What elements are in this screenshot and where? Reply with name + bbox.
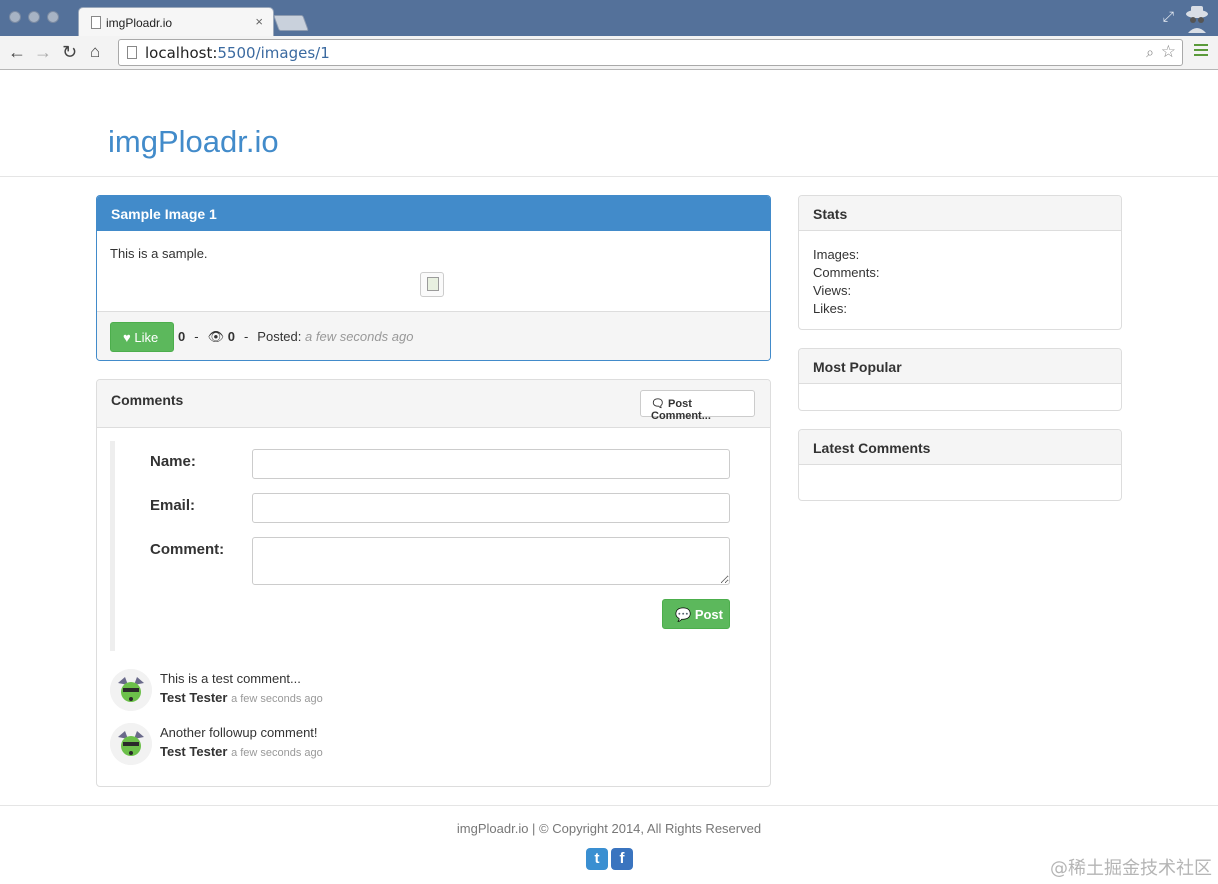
latest-comments-heading: Latest Comments [799,430,1121,465]
reload-icon[interactable]: ↻ [62,41,77,63]
browser-toolbar: ← → ↻ ⌂ localhost:5500/images/1 ⌕ ☆ [0,36,1218,70]
eye-icon: 👁 [207,329,225,344]
image-title: Sample Image 1 [97,196,770,231]
comment-bubble-icon: 💬 [675,607,692,622]
most-popular-heading: Most Popular [799,349,1121,384]
window-minimize-button[interactable] [28,11,40,23]
comment-time: a few seconds ago [231,747,323,759]
avatar [110,669,152,711]
comment-author: Test Tester [160,744,228,759]
facebook-icon[interactable]: f [611,848,633,870]
search-icon[interactable]: ⌕ [1146,44,1154,61]
stats-list: Images: Comments: Views: Likes: [799,231,1121,333]
like-count: 0 [178,329,186,344]
comment-meta: Test Tester a few seconds ago [160,744,323,759]
site-header: imgPloadr.io [0,70,1218,177]
name-label: Name: [150,453,196,470]
home-icon[interactable]: ⌂ [90,41,100,63]
comment-meta: Test Tester a few seconds ago [160,690,323,705]
comment-item: This is a test comment... Test Tester a … [110,669,510,713]
footer-copyright: imgPloadr.io | © Copyright 2014, All Rig… [456,821,762,836]
menu-icon[interactable] [1194,44,1208,56]
stats-likes-label: Likes: [813,301,847,316]
image-footer: ♥ Like 0- 👁 0- Posted: a few seconds ago [97,311,770,360]
comment-text: This is a test comment... [160,671,301,686]
back-arrow-icon[interactable]: ← [8,41,26,63]
window-zoom-button[interactable] [47,11,59,23]
comment-text: Another followup comment! [160,725,318,740]
browser-titlebar: imgPloadr.io × ⤢ [0,0,1218,37]
post-button[interactable]: 💬 Post [662,599,730,629]
image-meta: 0- 👁 0- Posted: a few seconds ago [178,329,414,344]
window-close-button[interactable] [9,11,21,23]
comment-label: Comment: [150,541,225,558]
bookmark-star-icon[interactable]: ☆ [1161,42,1176,62]
comments-panel: Comments 🗨 Post Comment... Name: Email: … [96,379,771,787]
page-icon [91,16,101,29]
latest-comments-panel: Latest Comments [798,429,1122,501]
forward-arrow-icon[interactable]: → [34,41,52,63]
watermark: @稀土掘金技术社区 [1050,858,1212,879]
comment-textarea[interactable] [252,537,730,585]
image-description: This is a sample. [110,246,208,261]
posted-time: a few seconds ago [305,329,414,344]
stats-comments-label: Comments: [813,265,880,280]
stats-heading: Stats [799,196,1121,231]
email-label: Email: [150,497,196,514]
heart-icon: ♥ [123,330,131,345]
stats-panel: Stats Images: Comments: Views: Likes: [798,195,1122,330]
post-comment-toggle-button[interactable]: 🗨 Post Comment... [640,390,755,422]
site-footer: imgPloadr.io | © Copyright 2014, All Rig… [0,805,1218,884]
like-button[interactable]: ♥ Like [110,322,174,352]
image-panel: Sample Image 1 This is a sample. ♥ Like … [96,195,771,361]
posted-label: Posted: [257,329,302,344]
like-label: Like [134,330,159,345]
tab-title: imgPloadr.io [106,16,173,30]
page-icon [127,46,137,59]
comments-heading: Comments 🗨 Post Comment... [97,380,770,428]
comment-form: Name: Email: Comment: 💬 Post [110,441,730,651]
new-tab-button[interactable] [273,15,309,31]
incognito-icon [1186,6,1208,33]
avatar [110,723,152,765]
comment-bubble-icon: 🗨 [651,398,665,410]
site-brand-link[interactable]: imgPloadr.io [108,124,279,160]
tab-close-icon[interactable]: × [255,14,263,29]
email-field[interactable] [252,493,730,523]
broken-image-icon [420,272,444,297]
comment-author: Test Tester [160,690,228,705]
stats-views-label: Views: [813,283,852,298]
fullscreen-icon[interactable]: ⤢ [1163,8,1174,25]
browser-tab[interactable]: imgPloadr.io × [78,7,274,37]
comment-time: a few seconds ago [231,693,323,705]
view-count: 0 [227,329,235,344]
comment-item: Another followup comment! Test Tester a … [110,723,510,767]
address-bar[interactable]: localhost:5500/images/1 ⌕ ☆ [118,39,1183,66]
name-field[interactable] [252,449,730,479]
most-popular-panel: Most Popular [798,348,1122,411]
stats-images-label: Images: [813,247,860,262]
twitter-icon[interactable]: t [586,848,608,870]
url-text[interactable]: localhost:5500/images/1 [145,44,330,62]
